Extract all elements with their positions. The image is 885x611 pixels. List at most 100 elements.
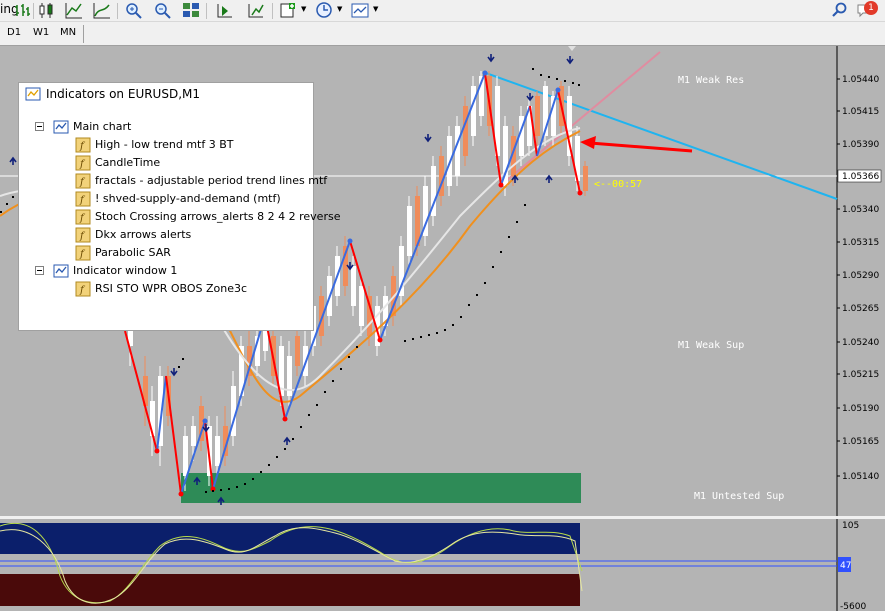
- sar-dot: [572, 82, 574, 84]
- untested-sup-zone: [181, 473, 581, 503]
- sar-dot: [404, 340, 406, 342]
- sar-dot: [452, 324, 454, 326]
- line-chart-icon[interactable]: [64, 1, 84, 20]
- sar-dot: [348, 356, 350, 358]
- sar-dot: [460, 316, 462, 318]
- price-tick-label: 1.05265: [842, 304, 879, 314]
- price-tick-label: 1.05140: [842, 472, 879, 482]
- zoom-out-icon[interactable]: [153, 1, 173, 20]
- search-icon[interactable]: [830, 1, 850, 20]
- sar-dot: [524, 204, 526, 206]
- sar-dot: [444, 329, 446, 331]
- tree-item-indicator[interactable]: f RSI STO WPR OBOS Zone3c: [19, 281, 313, 297]
- tree-item-indicator[interactable]: f Stoch Crossing arrows_alerts 8 2 4 2 re…: [19, 209, 340, 225]
- candle-body: [183, 436, 188, 476]
- indicator-name: High - low trend mtf 3 BT: [95, 138, 234, 151]
- tree-group-1[interactable]: Indicator window 1: [19, 263, 313, 279]
- sar-dot: [12, 196, 14, 198]
- candle-time-label: <--00:57: [594, 179, 642, 190]
- templates-icon[interactable]: [350, 1, 370, 20]
- candle-body: [295, 336, 300, 366]
- price-tick-label: 1.05440: [842, 75, 879, 85]
- price-tick-label: 1.05165: [842, 437, 879, 447]
- candle-body: [535, 96, 540, 136]
- sar-dot: [578, 84, 580, 86]
- sub-axis-top: 105: [842, 521, 859, 531]
- fractal-point: [377, 337, 383, 343]
- add-indicator-icon[interactable]: [279, 1, 299, 20]
- terminal-window: ing ▼ ▼ ▼ 1 D1 W1 MN M1 Weak Res M1 Weak…: [0, 0, 885, 611]
- candle-body: [191, 426, 196, 446]
- sar-dot: [236, 486, 238, 488]
- sub-axis-bottom-extra: 600: [849, 602, 866, 611]
- sar-dot: [276, 456, 278, 458]
- sar-dot: [548, 76, 550, 78]
- tile-windows-icon[interactable]: [181, 1, 201, 20]
- sar-dot: [182, 358, 184, 360]
- weak-res-label: M1 Weak Res: [678, 75, 744, 86]
- price-tick-label: 1.05240: [842, 338, 879, 348]
- fractal-point: [178, 491, 184, 497]
- tree-item-indicator[interactable]: f Dkx arrows alerts: [19, 227, 313, 243]
- candle-body: [351, 266, 356, 306]
- sar-dot: [300, 426, 302, 428]
- sub-axis-bottom: -5: [840, 602, 849, 611]
- periods-icon[interactable]: [314, 1, 334, 20]
- candle-body: [455, 126, 460, 176]
- tree-group-0[interactable]: Main chart: [19, 119, 313, 135]
- custom-indicator-icon: f: [75, 155, 91, 171]
- fractal-point: [482, 70, 488, 76]
- custom-indicator-icon: f: [75, 227, 91, 243]
- timeframe-w1[interactable]: W1: [33, 27, 49, 38]
- tree-item-indicator[interactable]: f ! shved-supply-and-demand (mtf): [19, 191, 313, 207]
- current-price-label: 1.05366: [842, 172, 879, 182]
- sar-dot: [178, 366, 180, 368]
- candle-body: [359, 286, 364, 326]
- tree-item-indicator[interactable]: f fractals - adjustable period trend line…: [19, 173, 327, 189]
- sar-dot: [564, 80, 566, 82]
- bar-chart-icon[interactable]: [12, 1, 32, 20]
- sub-axis-level: 47: [840, 561, 851, 571]
- candle-body: [471, 86, 476, 136]
- price-tick-label: 1.05315: [842, 238, 879, 248]
- templates-dropdown-icon[interactable]: ▼: [373, 5, 378, 13]
- indicators-panel-header: Indicators on EURUSD,M1: [19, 83, 313, 105]
- timeframe-mn[interactable]: MN: [60, 27, 76, 38]
- trend-chart-icon[interactable]: [92, 1, 112, 20]
- indicators-panel[interactable]: Indicators on EURUSD,M1 Main chart f High …: [18, 82, 340, 331]
- fractal-point: [555, 87, 561, 93]
- sar-dot: [220, 489, 222, 491]
- add-indicator-dropdown-icon[interactable]: ▼: [301, 5, 306, 13]
- price-tick-label: 1.05215: [842, 370, 879, 380]
- chart-shift-icon[interactable]: [246, 1, 266, 20]
- collapse-icon[interactable]: [35, 122, 44, 131]
- tree-group-label: Indicator window 1: [73, 264, 178, 277]
- indicators-panel-title: Indicators on EURUSD,M1: [46, 87, 201, 101]
- sar-dot: [540, 74, 542, 76]
- overbought-zone: [0, 523, 580, 554]
- tree-item-indicator[interactable]: f CandleTime: [19, 155, 313, 171]
- price-tick-label: 1.05190: [842, 404, 879, 414]
- sar-dot: [260, 471, 262, 473]
- untested-sup-label: M1 Untested Sup: [694, 491, 784, 502]
- sar-dot: [436, 332, 438, 334]
- periods-dropdown-icon[interactable]: ▼: [337, 5, 342, 13]
- candles-icon[interactable]: [36, 1, 56, 20]
- subwindow-separator: [0, 516, 885, 519]
- sar-dot: [468, 304, 470, 306]
- indicator-name: Parabolic SAR: [95, 246, 171, 259]
- indicator-name: Dkx arrows alerts: [95, 228, 192, 241]
- custom-indicator-icon: f: [75, 137, 91, 153]
- indicator-name: CandleTime: [95, 156, 161, 169]
- scroll-end-icon[interactable]: [215, 1, 235, 20]
- sar-dot: [316, 404, 318, 406]
- sar-dot: [284, 448, 286, 450]
- sar-dot: [492, 266, 494, 268]
- price-tick-label: 1.05340: [842, 205, 879, 215]
- zoom-in-icon[interactable]: [124, 1, 144, 20]
- tree-item-indicator[interactable]: f High - low trend mtf 3 BT: [19, 137, 313, 153]
- tree-item-indicator[interactable]: f Parabolic SAR: [19, 245, 313, 261]
- timeframe-d1[interactable]: D1: [7, 27, 21, 38]
- collapse-icon[interactable]: [35, 266, 44, 275]
- sar-dot: [6, 203, 8, 205]
